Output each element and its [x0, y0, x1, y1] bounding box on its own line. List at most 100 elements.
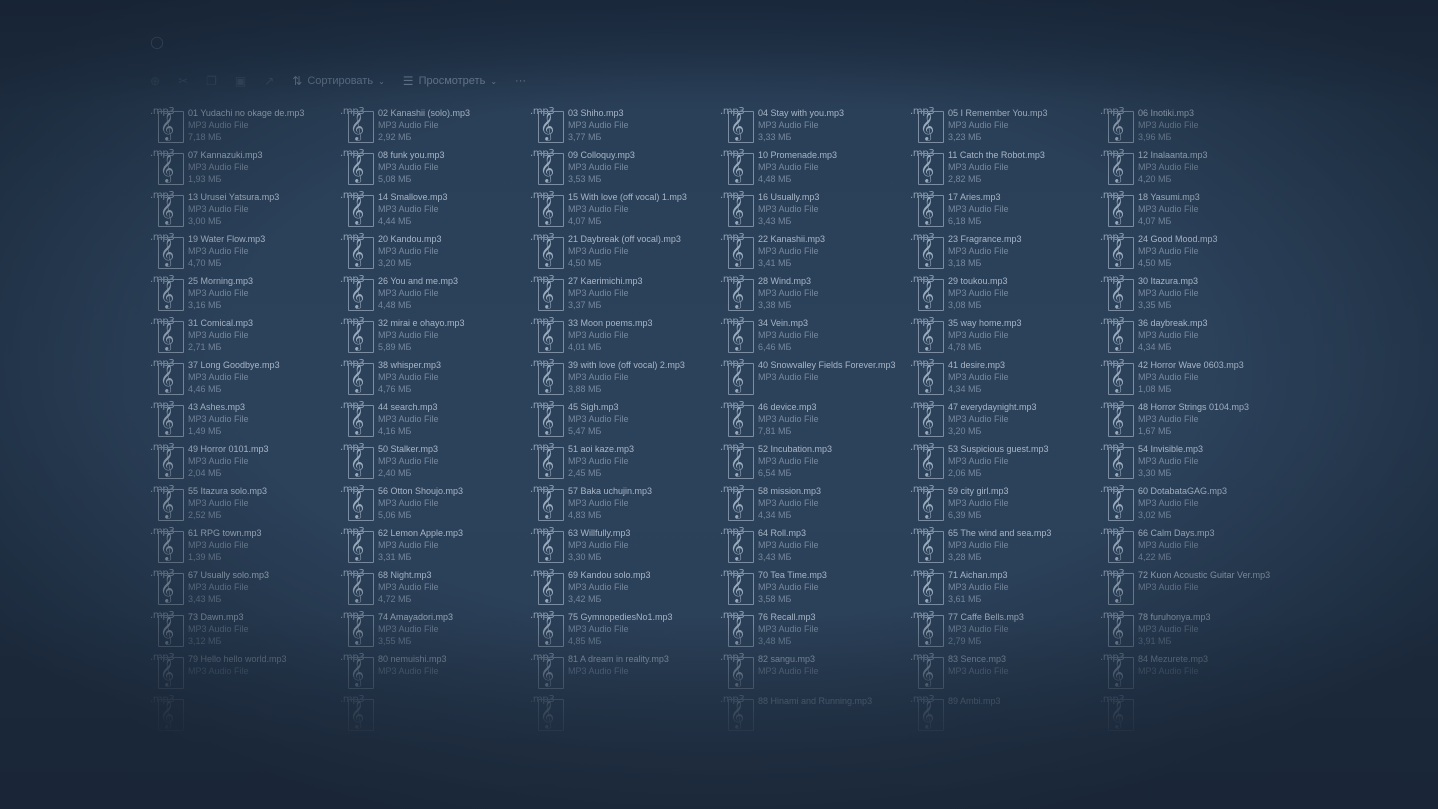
file-item[interactable]: .mp3 𝄞 01 Yudachi no okage de.mp3 MP3 Audio… [150, 106, 340, 148]
file-item[interactable]: .mp3 𝄞 03 Shiho.mp3 MP3 Audio File 3,77 МБ [530, 106, 720, 148]
file-item[interactable]: .mp3 𝄞 23 Fragrance.mp3 MP3 Audio File 3,18 … [910, 232, 1100, 274]
file-item[interactable]: .mp3 𝄞 24 Good Mood.mp3 MP3 Audio File 4,50 … [1100, 232, 1290, 274]
file-item[interactable]: .mp3 𝄞 71 Aichan.mp3 MP3 Audio File 3,61 МБ [910, 568, 1100, 610]
file-item[interactable]: .mp3 𝄞 43 Ashes.mp3 MP3 Audio File 1,49 МБ [150, 400, 340, 442]
file-item[interactable]: .mp3 𝄞 52 Incubation.mp3 MP3 Audio File 6,54… [720, 442, 910, 484]
file-item[interactable]: .mp3 𝄞 55 Itazura solo.mp3 MP3 Audio File 2,… [150, 484, 340, 526]
file-item[interactable]: .mp3 𝄞 21 Daybreak (off vocal).mp3 MP3 Audi… [530, 232, 720, 274]
file-item[interactable]: .mp3 𝄞 05 I Remember You.mp3 MP3 Audio File… [910, 106, 1100, 148]
file-item[interactable]: .mp3 𝄞 47 everydaynight.mp3 MP3 Audio File 3… [910, 400, 1100, 442]
file-item[interactable]: .mp3 𝄞 57 Baka uchujin.mp3 MP3 Audio File 4,… [530, 484, 720, 526]
file-item[interactable]: .mp3 𝄞 16 Usually.mp3 MP3 Audio File 3,43 МБ [720, 190, 910, 232]
file-item[interactable]: .mp3 𝄞 [530, 694, 720, 736]
file-item[interactable]: .mp3 𝄞 29 toukou.mp3 MP3 Audio File 3,08 МБ [910, 274, 1100, 316]
file-item[interactable]: .mp3 𝄞 25 Morning.mp3 MP3 Audio File 3,16 МБ [150, 274, 340, 316]
new-button[interactable]: ⊕ [150, 74, 160, 88]
file-item[interactable]: .mp3 𝄞 88 Hinami and Running.mp3 [720, 694, 910, 736]
file-item[interactable]: .mp3 𝄞 67 Usually solo.mp3 MP3 Audio File 3,… [150, 568, 340, 610]
file-item[interactable]: .mp3 𝄞 80 nemuishi.mp3 MP3 Audio File [340, 652, 530, 694]
file-item[interactable]: .mp3 𝄞 69 Kandou solo.mp3 MP3 Audio File 3,4… [530, 568, 720, 610]
file-item[interactable]: .mp3 𝄞 15 With love (off vocal) 1.mp3 MP3 A… [530, 190, 720, 232]
nav-shield-icon[interactable]: ◯ [150, 35, 164, 49]
file-item[interactable]: .mp3 𝄞 53 Suspicious guest.mp3 MP3 Audio Fi… [910, 442, 1100, 484]
file-item[interactable]: .mp3 𝄞 26 You and me.mp3 MP3 Audio File 4,48… [340, 274, 530, 316]
file-item[interactable]: .mp3 𝄞 32 mirai e ohayo.mp3 MP3 Audio File 5… [340, 316, 530, 358]
file-item[interactable]: .mp3 𝄞 02 Kanashii (solo).mp3 MP3 Audio Fil… [340, 106, 530, 148]
copy-button[interactable]: ❐ [206, 74, 217, 88]
file-item[interactable]: .mp3 𝄞 50 Stalker.mp3 MP3 Audio File 2,40 МБ [340, 442, 530, 484]
file-item[interactable]: .mp3 𝄞 66 Calm Days.mp3 MP3 Audio File 4,22 … [1100, 526, 1290, 568]
file-item[interactable]: .mp3 𝄞 81 A dream in reality.mp3 MP3 Audio … [530, 652, 720, 694]
file-item[interactable]: .mp3 𝄞 40 Snowvalley Fields Forever.mp3 MP3… [720, 358, 910, 400]
file-item[interactable]: .mp3 𝄞 82 sangu.mp3 MP3 Audio File [720, 652, 910, 694]
file-item[interactable]: .mp3 𝄞 45 Sigh.mp3 MP3 Audio File 5,47 МБ [530, 400, 720, 442]
file-item[interactable]: .mp3 𝄞 51 aoi kaze.mp3 MP3 Audio File 2,45 М… [530, 442, 720, 484]
file-item[interactable]: .mp3 𝄞 48 Horror Strings 0104.mp3 MP3 Audio… [1100, 400, 1290, 442]
file-item[interactable]: .mp3 𝄞 [1100, 694, 1290, 736]
file-item[interactable]: .mp3 𝄞 77 Caffe Bells.mp3 MP3 Audio File 2,7… [910, 610, 1100, 652]
file-item[interactable]: .mp3 𝄞 42 Horror Wave 0603.mp3 MP3 Audio Fi… [1100, 358, 1290, 400]
file-item[interactable]: .mp3 𝄞 22 Kanashii.mp3 MP3 Audio File 3,41 М… [720, 232, 910, 274]
file-item[interactable]: .mp3 𝄞 83 Sence.mp3 MP3 Audio File [910, 652, 1100, 694]
file-item[interactable]: .mp3 𝄞 49 Horror 0101.mp3 MP3 Audio File 2,0… [150, 442, 340, 484]
file-item[interactable]: .mp3 𝄞 33 Moon poems.mp3 MP3 Audio File 4,01… [530, 316, 720, 358]
file-item[interactable]: .mp3 𝄞 56 Otton Shoujo.mp3 MP3 Audio File 5,… [340, 484, 530, 526]
file-item[interactable]: .mp3 𝄞 62 Lemon Apple.mp3 MP3 Audio File 3,3… [340, 526, 530, 568]
file-item[interactable]: .mp3 𝄞 34 Vein.mp3 MP3 Audio File 6,46 МБ [720, 316, 910, 358]
file-item[interactable]: .mp3 𝄞 20 Kandou.mp3 MP3 Audio File 3,20 МБ [340, 232, 530, 274]
file-item[interactable]: .mp3 𝄞 11 Catch the Robot.mp3 MP3 Audio Fil… [910, 148, 1100, 190]
file-item[interactable]: .mp3 𝄞 84 Mezurete.mp3 MP3 Audio File [1100, 652, 1290, 694]
file-item[interactable]: .mp3 𝄞 79 Hello hello world.mp3 MP3 Audio F… [150, 652, 340, 694]
address-bar[interactable]: ◯ [150, 30, 1330, 54]
file-item[interactable]: .mp3 𝄞 58 mission.mp3 MP3 Audio File 4,34 МБ [720, 484, 910, 526]
more-options-button[interactable]: ··· [515, 75, 526, 87]
file-item[interactable]: .mp3 𝄞 73 Dawn.mp3 MP3 Audio File 3,12 МБ [150, 610, 340, 652]
file-item[interactable]: .mp3 𝄞 44 search.mp3 MP3 Audio File 4,16 МБ [340, 400, 530, 442]
file-item[interactable]: .mp3 𝄞 63 Willfully.mp3 MP3 Audio File 3,30 … [530, 526, 720, 568]
file-item[interactable]: .mp3 𝄞 07 Kannazuki.mp3 MP3 Audio File 1,93 … [150, 148, 340, 190]
file-item[interactable]: .mp3 𝄞 74 Amayadori.mp3 MP3 Audio File 3,55 … [340, 610, 530, 652]
file-item[interactable]: .mp3 𝄞 [340, 694, 530, 736]
file-item[interactable]: .mp3 𝄞 09 Colloquy.mp3 MP3 Audio File 3,53 М… [530, 148, 720, 190]
file-item[interactable]: .mp3 𝄞 68 Night.mp3 MP3 Audio File 4,72 МБ [340, 568, 530, 610]
file-item[interactable]: .mp3 𝄞 38 whisper.mp3 MP3 Audio File 4,76 МБ [340, 358, 530, 400]
file-item[interactable]: .mp3 𝄞 70 Tea Time.mp3 MP3 Audio File 3,58 М… [720, 568, 910, 610]
file-item[interactable]: .mp3 𝄞 59 city girl.mp3 MP3 Audio File 6,39 … [910, 484, 1100, 526]
file-item[interactable]: .mp3 𝄞 72 Kuon Acoustic Guitar Ver.mp3 MP3 … [1100, 568, 1290, 610]
file-item[interactable]: .mp3 𝄞 39 with love (off vocal) 2.mp3 MP3 A… [530, 358, 720, 400]
file-item[interactable]: .mp3 𝄞 12 Inalaanta.mp3 MP3 Audio File 4,20 … [1100, 148, 1290, 190]
file-item[interactable]: .mp3 𝄞 06 Inotiki.mp3 MP3 Audio File 3,96 МБ [1100, 106, 1290, 148]
file-item[interactable]: .mp3 𝄞 60 DotabataGAG.mp3 MP3 Audio File 3,0… [1100, 484, 1290, 526]
file-item[interactable]: .mp3 𝄞 19 Water Flow.mp3 MP3 Audio File 4,70… [150, 232, 340, 274]
file-item[interactable]: .mp3 𝄞 31 Comical.mp3 MP3 Audio File 2,71 МБ [150, 316, 340, 358]
file-item[interactable]: .mp3 𝄞 04 Stay with you.mp3 MP3 Audio File 3… [720, 106, 910, 148]
file-item[interactable]: .mp3 𝄞 46 device.mp3 MP3 Audio File 7,81 МБ [720, 400, 910, 442]
file-item[interactable]: .mp3 𝄞 30 Itazura.mp3 MP3 Audio File 3,35 МБ [1100, 274, 1290, 316]
file-item[interactable]: .mp3 𝄞 36 daybreak.mp3 MP3 Audio File 4,34 М… [1100, 316, 1290, 358]
file-item[interactable]: .mp3 𝄞 75 GymnopediesNo1.mp3 MP3 Audio File… [530, 610, 720, 652]
file-item[interactable]: .mp3 𝄞 61 RPG town.mp3 MP3 Audio File 1,39 М… [150, 526, 340, 568]
file-item[interactable]: .mp3 𝄞 08 funk you.mp3 MP3 Audio File 5,08 М… [340, 148, 530, 190]
share-button[interactable]: ↗ [264, 74, 274, 88]
file-item[interactable]: .mp3 𝄞 27 Kaerimichi.mp3 MP3 Audio File 3,37… [530, 274, 720, 316]
view-button[interactable]: ☰ Просмотреть ⌄ [403, 74, 497, 88]
sort-button[interactable]: ⇅ Сортировать ⌄ [292, 74, 385, 88]
paste-button[interactable]: ▣ [235, 74, 246, 88]
file-item[interactable]: .mp3 𝄞 37 Long Goodbye.mp3 MP3 Audio File 4,… [150, 358, 340, 400]
file-item[interactable]: .mp3 𝄞 78 furuhonya.mp3 MP3 Audio File 3,91 … [1100, 610, 1290, 652]
file-item[interactable]: .mp3 𝄞 [150, 694, 340, 736]
file-item[interactable]: .mp3 𝄞 17 Aries.mp3 MP3 Audio File 6,18 МБ [910, 190, 1100, 232]
file-item[interactable]: .mp3 𝄞 28 Wind.mp3 MP3 Audio File 3,38 МБ [720, 274, 910, 316]
file-item[interactable]: .mp3 𝄞 65 The wind and sea.mp3 MP3 Audio Fi… [910, 526, 1100, 568]
file-item[interactable]: .mp3 𝄞 13 Urusei Yatsura.mp3 MP3 Audio File… [150, 190, 340, 232]
file-item[interactable]: .mp3 𝄞 14 Smallove.mp3 MP3 Audio File 4,44 М… [340, 190, 530, 232]
file-item[interactable]: .mp3 𝄞 54 Invisible.mp3 MP3 Audio File 3,30 … [1100, 442, 1290, 484]
file-item[interactable]: .mp3 𝄞 76 Recall.mp3 MP3 Audio File 3,48 МБ [720, 610, 910, 652]
file-item[interactable]: .mp3 𝄞 10 Promenade.mp3 MP3 Audio File 4,48 … [720, 148, 910, 190]
file-item[interactable]: .mp3 𝄞 89 Ambi.mp3 [910, 694, 1100, 736]
file-item[interactable]: .mp3 𝄞 41 desire.mp3 MP3 Audio File 4,34 МБ [910, 358, 1100, 400]
file-item[interactable]: .mp3 𝄞 64 Roll.mp3 MP3 Audio File 3,43 МБ [720, 526, 910, 568]
file-item[interactable]: .mp3 𝄞 18 Yasumi.mp3 MP3 Audio File 4,07 МБ [1100, 190, 1290, 232]
file-item[interactable]: .mp3 𝄞 35 way home.mp3 MP3 Audio File 4,78 М… [910, 316, 1100, 358]
cut-button[interactable]: ✂ [178, 74, 188, 88]
